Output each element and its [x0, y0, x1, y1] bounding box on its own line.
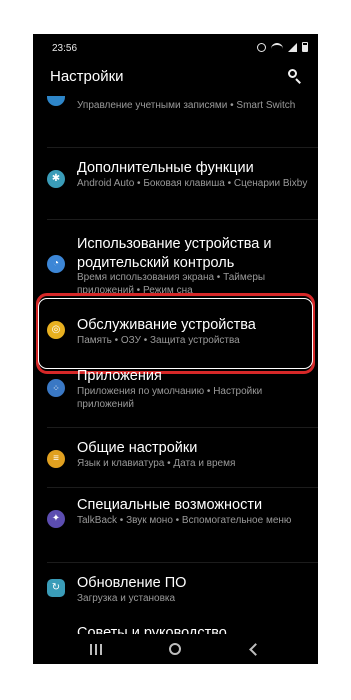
divider	[47, 427, 318, 428]
settings-item-software-update[interactable]: ↻ Обновление ПО Загрузка и установка	[33, 574, 318, 610]
highlight-inner-frame	[38, 298, 313, 369]
update-icon: ↻	[47, 579, 65, 597]
settings-item-title: Дополнительные функции	[77, 160, 254, 176]
divider	[47, 219, 318, 220]
divider	[47, 147, 318, 148]
settings-list: Управление учетными записями • Smart Swi…	[33, 34, 318, 634]
settings-item-subtitle: Приложения по умолчанию • Настройки прил…	[77, 386, 263, 410]
settings-item-title: Специальные возможности	[77, 497, 263, 513]
gear-plus-icon: ✱	[47, 170, 65, 188]
settings-item-general[interactable]: ≡ Общие настройки Язык и клавиатура • Да…	[33, 438, 318, 482]
settings-item-advanced[interactable]: ✱ Дополнительные функции Android Auto • …	[33, 154, 318, 214]
wellbeing-icon: ◔	[47, 255, 65, 273]
settings-item-title: Общие настройки	[77, 440, 198, 456]
settings-item-title: Приложения	[77, 368, 162, 384]
settings-item-digital-wellbeing[interactable]: ◔ Использование устройства и родительски…	[33, 231, 318, 296]
home-icon[interactable]	[169, 643, 181, 655]
settings-item-subtitle: Загрузка и установка	[77, 593, 176, 604]
accessibility-icon: ✦	[47, 510, 65, 528]
settings-item-accounts[interactable]: Управление учетными записями • Smart Swi…	[33, 94, 318, 134]
recent-apps-icon[interactable]	[90, 644, 102, 655]
settings-item-subtitle: Язык и клавиатура • Дата и время	[77, 458, 236, 469]
phone-screen: 23:56 Настройки Управление учетными запи…	[33, 34, 318, 664]
settings-item-subtitle: Управление учетными записями • Smart Swi…	[77, 100, 296, 111]
back-icon[interactable]	[249, 643, 262, 656]
settings-item-subtitle: TalkBack • Звук моно • Вспомогательное м…	[77, 515, 292, 526]
apps-icon: ⁘	[47, 379, 65, 397]
settings-item-title: Советы и руководство	[77, 625, 227, 634]
navigation-bar	[33, 634, 318, 664]
divider	[47, 487, 318, 488]
sliders-icon: ≡	[47, 450, 65, 468]
settings-item-apps[interactable]: ⁘ Приложения Приложения по умолчанию • Н…	[33, 368, 318, 419]
settings-item-accessibility[interactable]: ✦ Специальные возможности TalkBack • Зву…	[33, 494, 318, 546]
settings-item-title: Использование устройства и родительский …	[77, 236, 272, 271]
settings-item-tips[interactable]: Советы и руководство	[33, 624, 318, 634]
settings-item-subtitle: Android Auto • Боковая клавиша • Сценари…	[77, 178, 308, 189]
accounts-icon	[47, 96, 65, 106]
settings-item-title: Обновление ПО	[77, 575, 187, 591]
divider	[47, 562, 318, 563]
